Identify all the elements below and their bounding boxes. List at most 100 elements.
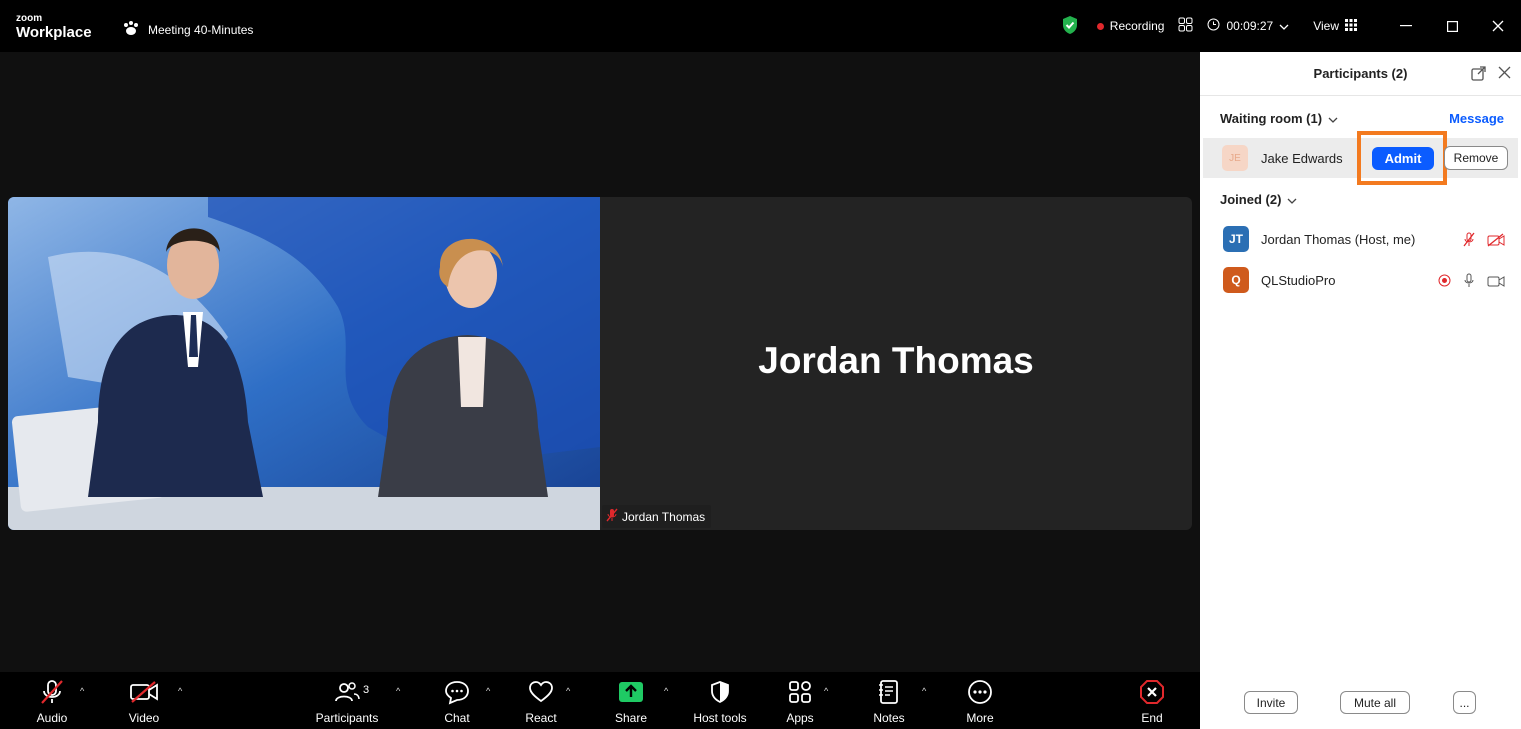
participant-row[interactable]: JT Jordan Thomas (Host, me) — [1200, 219, 1521, 259]
chat-button[interactable]: Chat — [417, 678, 497, 725]
avatar-initials: JE — [1222, 145, 1248, 171]
logo-brand-large: Workplace — [16, 24, 92, 41]
video-stage: Jordan Thomas Jordan Thomas — [0, 52, 1200, 672]
video-off-icon[interactable] — [1487, 232, 1505, 252]
end-call-icon — [1139, 678, 1165, 706]
end-meeting-button[interactable]: End — [1112, 678, 1192, 725]
meeting-title: Meeting 40-Minutes — [148, 22, 254, 37]
heart-icon — [528, 678, 554, 706]
joined-label: Joined (2) — [1220, 192, 1282, 207]
participants-panel: Participants (2) Waiting room (1) Messag… — [1200, 52, 1521, 729]
paw-icon — [122, 20, 140, 39]
notes-label: Notes — [873, 711, 905, 725]
message-waiting-room-link[interactable]: Message — [1449, 111, 1504, 126]
video-button[interactable]: Video — [104, 678, 184, 725]
video-tile-qlstudiopro[interactable] — [8, 197, 600, 530]
app-logo: zoom Workplace — [16, 13, 92, 41]
meeting-timer[interactable]: 00:09:27 — [1207, 18, 1289, 34]
audio-label: Audio — [36, 711, 68, 725]
mic-icon[interactable] — [1463, 273, 1475, 293]
participants-count-badge: 3 — [363, 684, 370, 696]
video-label: Video — [128, 711, 160, 725]
video-camera-icon[interactable] — [1487, 274, 1505, 293]
meeting-toolbar: Audio ^ Video ^ Participants 3 ^ Chat ^ … — [0, 672, 1200, 729]
layout-button[interactable] — [1178, 17, 1193, 35]
mic-muted-icon[interactable] — [1463, 232, 1475, 252]
waiting-room-label: Waiting room (1) — [1220, 111, 1323, 126]
avatar: Q — [1223, 267, 1249, 293]
apps-label: Apps — [786, 711, 814, 725]
pop-out-icon[interactable] — [1471, 66, 1486, 84]
participants-icon — [334, 678, 360, 706]
participant-row[interactable]: Q QLStudioPro — [1200, 260, 1521, 300]
apps-icon — [788, 678, 812, 706]
tile-name-label: Jordan Thomas — [622, 509, 706, 524]
maximize-button[interactable] — [1429, 0, 1475, 52]
waiting-participant-name: Jake Edwards — [1261, 151, 1343, 166]
recording-label: Recording — [1109, 19, 1165, 33]
participants-button[interactable]: Participants — [307, 678, 387, 725]
chevron-down-icon — [1287, 192, 1297, 207]
notes-button[interactable]: Notes — [849, 678, 929, 725]
participants-options-chevron-icon[interactable]: ^ — [396, 686, 400, 696]
chat-options-chevron-icon[interactable]: ^ — [486, 686, 490, 696]
remove-button[interactable]: Remove — [1444, 146, 1508, 170]
recording-dot-icon — [1096, 22, 1104, 30]
mic-muted-icon — [606, 508, 618, 525]
view-button[interactable]: View — [1313, 18, 1357, 34]
timer-value: 00:09:27 — [1226, 19, 1274, 33]
panel-header: Participants (2) — [1200, 52, 1521, 96]
mute-all-button[interactable]: Mute all — [1340, 691, 1410, 714]
mic-muted-icon — [39, 678, 65, 706]
close-icon[interactable] — [1498, 66, 1511, 84]
panel-title: Participants (2) — [1313, 66, 1408, 81]
avatar-initials: JT — [1228, 232, 1243, 246]
participants-label: Participants — [315, 711, 379, 725]
panel-footer: Invite Mute all ... — [1200, 679, 1521, 729]
share-button[interactable]: Share — [591, 678, 671, 725]
clock-icon — [1207, 18, 1220, 34]
shield-icon — [709, 678, 731, 706]
minimize-icon — [1400, 25, 1412, 27]
more-options-button[interactable]: ... — [1453, 691, 1476, 714]
react-options-chevron-icon[interactable]: ^ — [566, 686, 570, 696]
encryption-shield[interactable] — [1061, 15, 1079, 38]
participant-display-name: Jordan Thomas — [758, 340, 1034, 381]
participant-name: QLStudioPro — [1261, 272, 1336, 288]
notes-options-chevron-icon[interactable]: ^ — [922, 686, 926, 696]
tile-name-tag: Jordan Thomas — [602, 505, 712, 528]
avatar: JT — [1223, 226, 1249, 252]
admit-button[interactable]: Admit — [1372, 147, 1434, 170]
chat-label: Chat — [444, 711, 470, 725]
joined-header[interactable]: Joined (2) — [1220, 192, 1297, 207]
grid-dots-icon — [1345, 18, 1357, 34]
video-tile-jordan-thomas[interactable]: Jordan Thomas Jordan Thomas — [600, 197, 1192, 530]
minimize-button[interactable] — [1383, 0, 1429, 52]
recording-icon — [1438, 274, 1451, 292]
apps-options-chevron-icon[interactable]: ^ — [824, 686, 828, 696]
share-label: Share — [614, 711, 648, 725]
avatar: JE — [1222, 145, 1248, 171]
audio-options-chevron-icon[interactable]: ^ — [80, 686, 84, 696]
react-label: React — [525, 711, 557, 725]
maximize-icon — [1446, 20, 1458, 32]
chevron-down-icon — [1328, 111, 1338, 126]
more-button[interactable]: More — [940, 678, 1020, 725]
share-options-chevron-icon[interactable]: ^ — [664, 686, 668, 696]
chat-icon — [444, 678, 470, 706]
invite-button[interactable]: Invite — [1244, 691, 1298, 714]
news-studio-video — [8, 197, 600, 530]
video-options-chevron-icon[interactable]: ^ — [178, 686, 182, 696]
meeting-info[interactable]: Meeting 40-Minutes — [122, 20, 253, 39]
close-window-button[interactable] — [1475, 0, 1521, 52]
recording-indicator[interactable]: Recording — [1096, 19, 1165, 33]
logo-brand-small: zoom — [16, 13, 43, 24]
host-tools-label: Host tools — [693, 711, 747, 725]
grid-layout-icon — [1178, 17, 1193, 35]
share-screen-icon — [618, 678, 644, 706]
avatar-initials: Q — [1231, 273, 1241, 287]
waiting-room-header[interactable]: Waiting room (1) — [1220, 111, 1338, 126]
title-bar: zoom Workplace Meeting 40-Minutes Record… — [0, 0, 1521, 52]
host-tools-button[interactable]: Host tools — [680, 678, 760, 725]
shield-check-icon — [1061, 15, 1079, 38]
